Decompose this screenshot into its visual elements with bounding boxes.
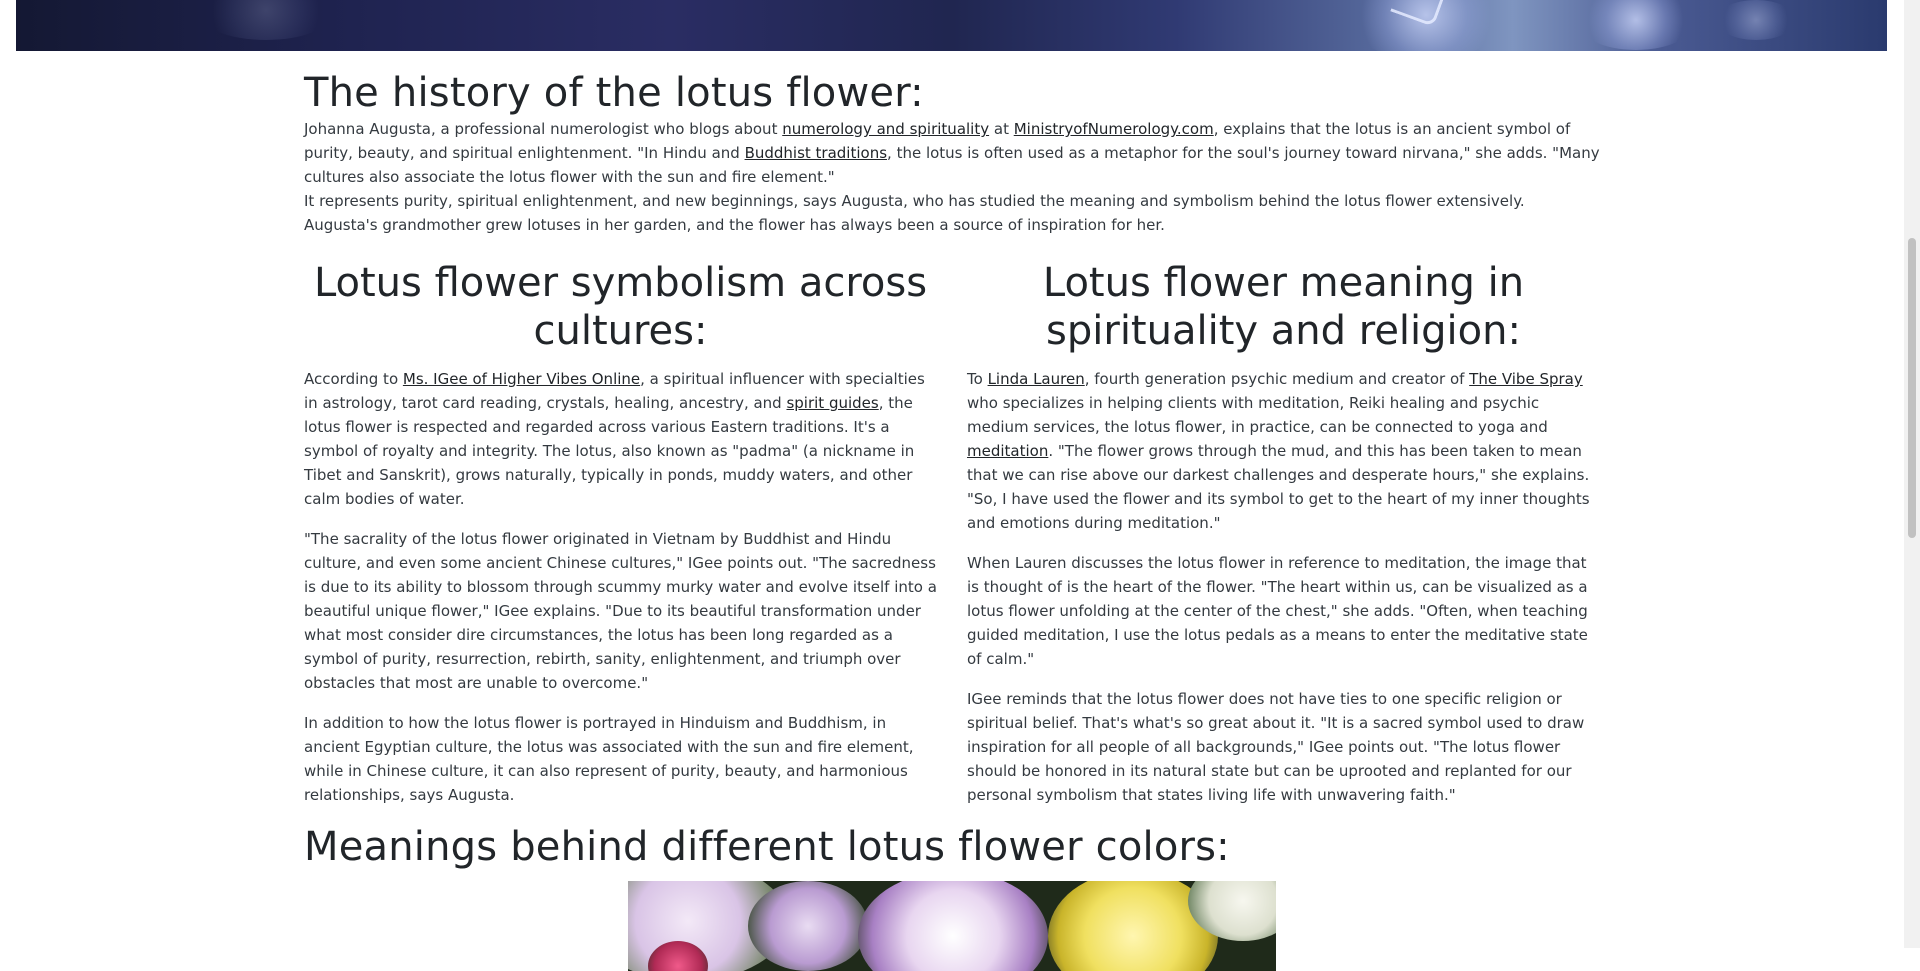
text-span: Johanna Augusta, a professional numerolo… bbox=[304, 120, 783, 138]
cultures-heading: Lotus flower symbolism across cultures: bbox=[313, 260, 928, 354]
vertical-scrollbar[interactable] bbox=[1904, 0, 1920, 948]
numerology-spirituality-link[interactable]: numerology and spirituality bbox=[782, 120, 989, 138]
spirituality-heading: Lotus flower meaning in spirituality and… bbox=[1042, 260, 1525, 354]
meditation-link[interactable]: meditation bbox=[967, 442, 1048, 460]
text-span: To bbox=[967, 370, 988, 388]
text-span: According to bbox=[304, 370, 403, 388]
spirit-guides-link[interactable]: spirit guides bbox=[786, 394, 878, 412]
spirituality-paragraph-3: IGee reminds that the lotus flower does … bbox=[967, 690, 1585, 804]
history-paragraph-2: It represents purity, spiritual enlighte… bbox=[304, 192, 1525, 234]
text-span: . "The flower grows through the mud, and… bbox=[967, 442, 1590, 532]
history-section: The history of the lotus flower: Johanna… bbox=[304, 51, 1601, 237]
spirituality-paragraph-2: When Lauren discusses the lotus flower i… bbox=[967, 554, 1588, 668]
colors-section: Meanings behind different lotus flower c… bbox=[304, 823, 1601, 971]
text-span: at bbox=[989, 120, 1014, 138]
cultures-column: Lotus flower symbolism across cultures: … bbox=[304, 259, 937, 823]
history-paragraph-1: Johanna Augusta, a professional numerolo… bbox=[304, 117, 1601, 189]
higher-vibes-online-link[interactable]: Ms. IGee of Higher Vibes Online bbox=[403, 370, 640, 388]
cultures-paragraph-3: In addition to how the lotus flower is p… bbox=[304, 714, 914, 804]
colors-heading: Meanings behind different lotus flower c… bbox=[304, 824, 1230, 870]
page-left-margin bbox=[0, 0, 16, 948]
scrollbar-thumb[interactable] bbox=[1908, 238, 1916, 538]
linda-lauren-link[interactable]: Linda Lauren bbox=[988, 370, 1085, 388]
text-span: , fourth generation psychic medium and c… bbox=[1084, 370, 1470, 388]
article-content: The history of the lotus flower: Johanna… bbox=[304, 51, 1601, 971]
text-span: who specializes in helping clients with … bbox=[967, 394, 1548, 436]
buddhist-traditions-link[interactable]: Buddhist traditions bbox=[745, 144, 887, 162]
cultures-paragraph-2: "The sacrality of the lotus flower origi… bbox=[304, 530, 937, 692]
history-heading: The history of the lotus flower: bbox=[304, 70, 924, 116]
spirituality-column: Lotus flower meaning in spirituality and… bbox=[967, 259, 1600, 823]
ministry-of-numerology-link[interactable]: MinistryofNumerology.com bbox=[1014, 120, 1214, 138]
two-column-section: Lotus flower symbolism across cultures: … bbox=[304, 259, 1601, 823]
cultures-paragraph-1: According to Ms. IGee of Higher Vibes On… bbox=[304, 367, 937, 511]
hero-image-bottom bbox=[16, 0, 1887, 51]
the-vibe-spray-link[interactable]: The Vibe Spray bbox=[1469, 370, 1583, 388]
lotus-colors-image bbox=[628, 881, 1276, 971]
spirituality-paragraph-1: To Linda Lauren, fourth generation psych… bbox=[967, 367, 1600, 535]
